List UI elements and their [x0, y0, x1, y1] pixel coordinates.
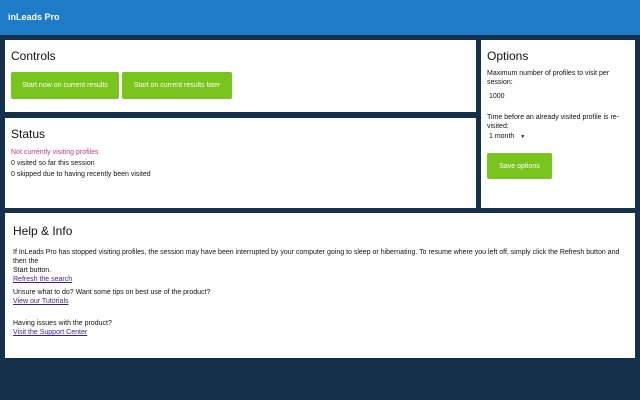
start-now-button[interactable]: Start now on current results [11, 72, 119, 99]
revisit-time-label: Time before an already visited profile i… [487, 114, 620, 130]
tutorials-link[interactable]: View our Tutorials [13, 297, 625, 306]
max-profiles-input[interactable]: 1000 [489, 92, 505, 101]
help-para-issues: Having issues with the product? Visit th… [13, 319, 625, 337]
controls-heading: Controls [11, 49, 56, 63]
status-heading: Status [11, 127, 46, 141]
support-center-link[interactable]: Visit the Support Center [13, 328, 625, 337]
help-para-resume-line1: If InLeads Pro has stopped visiting prof… [13, 249, 620, 265]
refresh-search-link[interactable]: Refresh the search [13, 275, 625, 284]
revisit-time-select[interactable]: 1 month ▼ [489, 132, 525, 142]
help-para-tips-text: Unsure what to do? Want some tips on bes… [13, 289, 211, 296]
help-para-issues-text: Having issues with the product? [13, 320, 112, 327]
controls-panel: Controls Start now on current results St… [5, 40, 476, 112]
help-para-tips: Unsure what to do? Want some tips on bes… [13, 288, 625, 306]
help-para-resume-line2: Start button. [13, 267, 52, 274]
start-later-button[interactable]: Start on current results later [122, 72, 232, 99]
help-para-resume: If InLeads Pro has stopped visiting prof… [13, 248, 625, 284]
status-state: Not currently visiting profiles [11, 149, 99, 156]
status-skipped: 0 skipped due to having recently been vi… [11, 171, 151, 178]
save-options-button[interactable]: Save options [487, 153, 552, 179]
top-bar: inLeads Pro [0, 0, 640, 35]
help-heading: Help & Info [13, 224, 73, 238]
revisit-time-value: 1 month [489, 133, 515, 140]
help-panel: Help & Info If InLeads Pro has stopped v… [5, 213, 635, 358]
status-visited: 0 visited so far this session [11, 160, 95, 167]
chevron-down-icon: ▼ [520, 134, 526, 140]
status-panel: Status Not currently visiting profiles 0… [5, 118, 476, 208]
options-panel: Options Maximum number of profiles to vi… [481, 40, 635, 208]
options-heading: Options [487, 49, 529, 63]
app-title: inLeads Pro [8, 12, 60, 22]
max-profiles-label: Maximum number of profiles to visit per … [487, 70, 610, 86]
